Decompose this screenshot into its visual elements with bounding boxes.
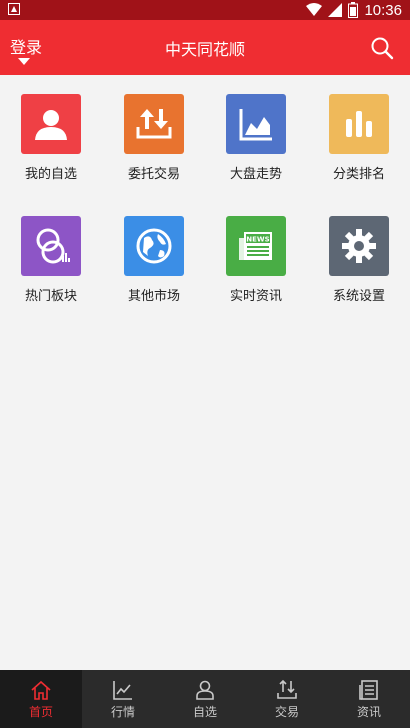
tile-label: 系统设置 bbox=[332, 289, 385, 304]
tile-icon-bg bbox=[124, 94, 184, 154]
tile-market-trend[interactable]: 大盘走势 bbox=[206, 94, 306, 182]
tile-label: 大盘走势 bbox=[229, 167, 282, 182]
area-chart-icon bbox=[239, 109, 272, 141]
tile-icon-bg bbox=[226, 94, 286, 154]
bar-chart-icon bbox=[346, 111, 372, 137]
page-title: 中天同花顺 bbox=[164, 40, 245, 59]
tab-news[interactable]: 资讯 bbox=[328, 670, 410, 728]
gear-icon bbox=[342, 229, 376, 263]
tile-system-settings[interactable]: 系统设置 bbox=[309, 216, 409, 304]
bubble-icon bbox=[36, 228, 70, 264]
tile-realtime-news[interactable]: NEWS 实时资讯 bbox=[206, 216, 306, 304]
document-icon bbox=[359, 679, 378, 700]
tile-icon-bg bbox=[21, 94, 81, 154]
tab-label: 首页 bbox=[28, 704, 53, 719]
tile-label: 其他市场 bbox=[127, 289, 180, 304]
status-bar: 10:36 bbox=[0, 0, 410, 20]
tile-label: 我的自选 bbox=[24, 167, 77, 182]
tab-home[interactable]: 首页 bbox=[0, 670, 82, 728]
exchange-icon bbox=[277, 679, 297, 699]
line-chart-icon bbox=[113, 680, 132, 700]
globe-icon bbox=[136, 228, 172, 264]
tile-hot-sectors[interactable]: 热门板块 bbox=[1, 216, 101, 304]
tile-trade[interactable]: 委托交易 bbox=[104, 94, 204, 182]
search-icon[interactable] bbox=[370, 36, 394, 60]
tile-label: 实时资讯 bbox=[229, 289, 282, 304]
tile-icon-bg bbox=[329, 216, 389, 276]
tab-label: 交易 bbox=[274, 704, 299, 719]
battery-icon bbox=[348, 2, 359, 18]
tile-label: 委托交易 bbox=[127, 167, 180, 182]
news-icon: NEWS bbox=[239, 232, 272, 260]
home-icon bbox=[31, 680, 51, 700]
tab-quotes[interactable]: 行情 bbox=[82, 670, 164, 728]
tile-label: 热门板块 bbox=[24, 289, 77, 304]
status-time: 10:36 bbox=[364, 1, 402, 19]
tile-category-rank[interactable]: 分类排名 bbox=[309, 94, 409, 182]
tile-my-watchlist[interactable]: 我的自选 bbox=[1, 94, 101, 182]
signal-icon bbox=[328, 3, 343, 17]
person-icon bbox=[196, 680, 214, 700]
news-badge-text: NEWS bbox=[246, 236, 269, 244]
status-right: 10:36 bbox=[306, 1, 402, 19]
tile-icon-bg bbox=[124, 216, 184, 276]
tile-icon-bg bbox=[329, 94, 389, 154]
wifi-icon bbox=[306, 3, 323, 16]
bottom-tab-bar: 首页 行情 自选 交易 资讯 bbox=[0, 670, 410, 728]
tab-watchlist[interactable]: 自选 bbox=[164, 670, 246, 728]
tab-trade[interactable]: 交易 bbox=[246, 670, 328, 728]
tab-label: 资讯 bbox=[356, 704, 381, 719]
trade-arrows-icon bbox=[136, 109, 172, 139]
tile-icon-bg: NEWS bbox=[226, 216, 286, 276]
tile-other-markets[interactable]: 其他市场 bbox=[104, 216, 204, 304]
header-bar: 登录 中天同花顺 bbox=[0, 20, 410, 75]
tab-label: 自选 bbox=[192, 704, 217, 719]
tile-icon-bg bbox=[21, 216, 81, 276]
tab-label: 行情 bbox=[110, 704, 135, 719]
user-icon bbox=[35, 110, 67, 140]
notification-icon bbox=[8, 3, 20, 15]
tile-label: 分类排名 bbox=[332, 167, 385, 182]
